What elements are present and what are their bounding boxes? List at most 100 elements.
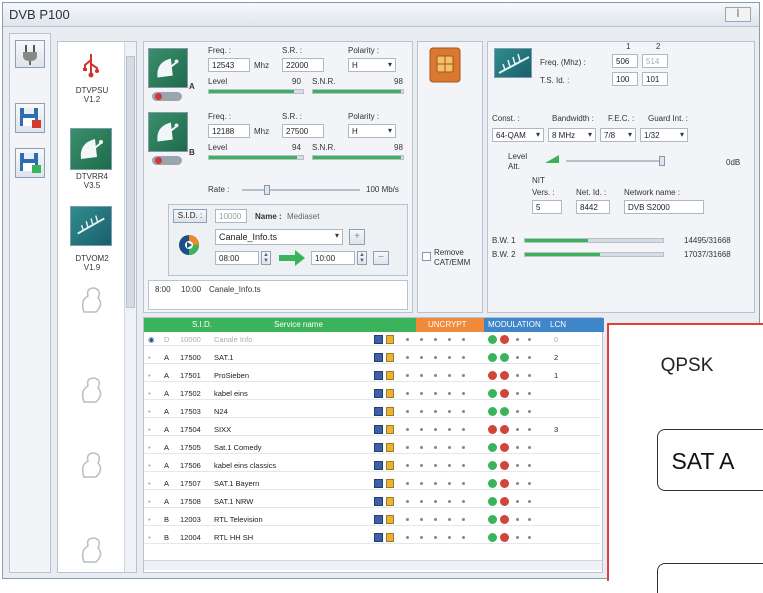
close-button[interactable]: ꟾ (725, 7, 751, 22)
uncrypt-flag[interactable] (420, 356, 423, 359)
edit-icon[interactable] (374, 461, 383, 470)
modulation-b-icon[interactable] (500, 407, 509, 416)
uncrypt-flag[interactable] (462, 536, 465, 539)
edit-icon[interactable] (374, 515, 383, 524)
guard-select[interactable]: 1/32 (640, 128, 688, 142)
row-select-icon[interactable]: • (148, 514, 151, 526)
sid-input[interactable]: 10000 (215, 209, 247, 223)
scrollbar-thumb[interactable] (126, 56, 135, 308)
sr-a-input[interactable]: 22000 (282, 58, 324, 72)
uncrypt-flag[interactable] (462, 500, 465, 503)
edit-icon[interactable] (374, 443, 383, 452)
uncrypt-flag[interactable] (434, 518, 437, 521)
modulation-flag[interactable] (516, 374, 519, 377)
uncrypt-flag[interactable] (420, 500, 423, 503)
table-row[interactable]: • A 17500 SAT.1 2 (144, 352, 600, 364)
uncrypt-flag[interactable] (420, 482, 423, 485)
bandwidth-select[interactable]: 8 MHz (548, 128, 596, 142)
modulation-b-icon[interactable] (500, 371, 509, 380)
uncrypt-flag[interactable] (462, 446, 465, 449)
uncrypt-flag[interactable] (420, 374, 423, 377)
modulation-flag[interactable] (516, 464, 519, 467)
row-select-icon[interactable]: • (148, 460, 151, 472)
uncrypt-flag[interactable] (406, 428, 409, 431)
save-green-button[interactable] (15, 148, 45, 178)
lock-icon[interactable] (386, 425, 394, 434)
table-row[interactable]: ◉ D 10000 Canale Info 0 (144, 334, 600, 346)
uncrypt-flag[interactable] (462, 482, 465, 485)
edit-icon[interactable] (374, 533, 383, 542)
edit-icon[interactable] (374, 407, 383, 416)
uncrypt-flag[interactable] (448, 428, 451, 431)
uncrypt-flag[interactable] (462, 338, 465, 341)
table-row[interactable]: • A 17505 Sat.1 Comedy (144, 442, 600, 454)
save-red-button[interactable] (15, 103, 45, 133)
playlist-file-select[interactable]: Canale_Info.ts (215, 229, 343, 245)
sr-b-input[interactable]: 27500 (282, 124, 324, 138)
uncrypt-flag[interactable] (434, 446, 437, 449)
modulation-b-icon[interactable] (500, 335, 509, 344)
row-select-icon[interactable]: • (148, 442, 151, 454)
modulation-b-icon[interactable] (500, 443, 509, 452)
uncrypt-flag[interactable] (406, 536, 409, 539)
modulation-flag[interactable] (516, 428, 519, 431)
row-select-icon[interactable]: • (148, 496, 151, 508)
uncrypt-flag[interactable] (434, 500, 437, 503)
edit-icon[interactable] (374, 353, 383, 362)
device-dtvom2[interactable]: DTVOM2 V1.9 (64, 254, 120, 272)
edit-icon[interactable] (374, 335, 383, 344)
modulation-flag[interactable] (528, 338, 531, 341)
netname-input[interactable]: DVB S2000 (624, 200, 704, 214)
modulation-a-icon[interactable] (488, 533, 497, 542)
end-time-spinner[interactable]: ▲ ▼ (357, 251, 367, 265)
plug-button[interactable] (15, 40, 45, 68)
lock-icon[interactable] (386, 479, 394, 488)
horizontal-scrollbar[interactable] (144, 560, 602, 570)
modulation-a-icon[interactable] (488, 515, 497, 524)
modulation-b-icon[interactable] (500, 389, 509, 398)
modulation-b-icon[interactable] (500, 425, 509, 434)
modulation-flag[interactable] (528, 374, 531, 377)
row-select-icon[interactable]: • (148, 532, 151, 544)
table-row[interactable]: • A 17503 N24 (144, 406, 600, 418)
uncrypt-flag[interactable] (462, 374, 465, 377)
edit-icon[interactable] (374, 389, 383, 398)
table-row[interactable]: • A 17501 ProSieben 1 (144, 370, 600, 382)
remove-cat-checkbox[interactable] (422, 252, 431, 261)
uncrypt-flag[interactable] (448, 518, 451, 521)
uncrypt-flag[interactable] (462, 518, 465, 521)
col-sid[interactable]: S.I.D. (192, 318, 212, 332)
remove-playlist-button[interactable]: − (373, 251, 389, 265)
row-select-icon[interactable]: • (148, 424, 151, 436)
uncrypt-flag[interactable] (406, 410, 409, 413)
col-uncrypt[interactable]: UNCRYPT (428, 318, 467, 332)
uncrypt-flag[interactable] (462, 410, 465, 413)
uncrypt-flag[interactable] (406, 482, 409, 485)
modulation-flag[interactable] (516, 392, 519, 395)
start-time-spinner[interactable]: ▲ ▼ (261, 251, 271, 265)
table-row[interactable]: • A 17504 SIXX 3 (144, 424, 600, 436)
edit-icon[interactable] (374, 497, 383, 506)
modulation-a-icon[interactable] (488, 389, 497, 398)
netid-input[interactable]: 8442 (576, 200, 610, 214)
modulation-flag[interactable] (528, 356, 531, 359)
uncrypt-flag[interactable] (434, 482, 437, 485)
uncrypt-flag[interactable] (420, 428, 423, 431)
freq-b-input[interactable]: 12188 (208, 124, 250, 138)
edit-icon[interactable] (374, 479, 383, 488)
modulation-a-icon[interactable] (488, 425, 497, 434)
modulation-flag[interactable] (528, 428, 531, 431)
lock-icon[interactable] (386, 461, 394, 470)
modulation-flag[interactable] (516, 410, 519, 413)
col-lcn[interactable]: LCN (550, 318, 566, 332)
modulation-flag[interactable] (528, 392, 531, 395)
row-select-icon[interactable]: • (148, 388, 151, 400)
modulation-flag[interactable] (528, 500, 531, 503)
uncrypt-flag[interactable] (434, 410, 437, 413)
uncrypt-flag[interactable] (420, 518, 423, 521)
uncrypt-flag[interactable] (448, 356, 451, 359)
uncrypt-flag[interactable] (420, 446, 423, 449)
uncrypt-flag[interactable] (406, 374, 409, 377)
modulation-flag[interactable] (516, 500, 519, 503)
modulation-flag[interactable] (516, 536, 519, 539)
